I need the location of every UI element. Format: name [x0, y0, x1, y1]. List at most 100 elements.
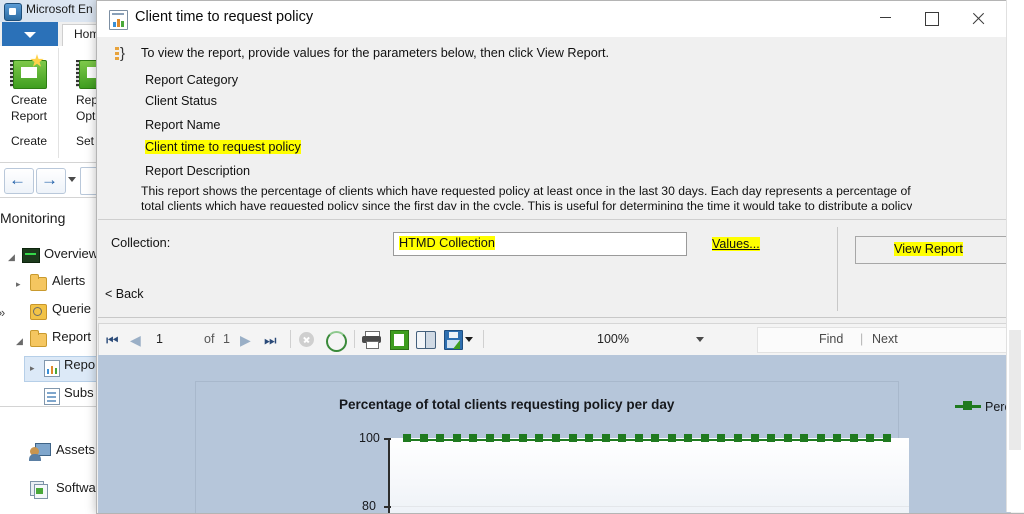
export-save-icon[interactable]: [444, 330, 463, 350]
chart-data-point: [403, 434, 411, 442]
report-chart-icon: [109, 10, 128, 30]
sidebar-divider: [0, 406, 106, 407]
chart-data-point: [453, 434, 461, 442]
sidebar-item-reporting-label: Report: [52, 329, 91, 344]
chart-data-point: [635, 434, 643, 442]
assets-and-compliance-icon: [30, 443, 49, 460]
create-report-icon: [10, 56, 48, 90]
collection-label: Collection:: [111, 236, 170, 250]
chevron-down-icon[interactable]: [68, 177, 76, 182]
y-axis-line: [388, 438, 390, 513]
toolbar-separator: [354, 330, 355, 348]
pane-expand-chevron-icon[interactable]: »: [0, 305, 5, 320]
y-tick-label-80: 80: [362, 499, 376, 513]
parameters-info-icon: }: [113, 46, 127, 64]
chart-data-point: [519, 434, 527, 442]
chart-data-point: [734, 434, 742, 442]
outer-scrollbar-thumb[interactable]: [1009, 330, 1021, 450]
chart-data-point: [486, 434, 494, 442]
total-pages-value: 1: [223, 332, 230, 346]
param-value-report-name: Client time to request policy: [145, 140, 301, 154]
next-page-icon[interactable]: ▶: [240, 332, 251, 349]
param-label-report-name: Report Name: [145, 118, 220, 132]
chevron-down-icon[interactable]: [465, 337, 473, 342]
create-report-label-2: Report: [0, 108, 58, 124]
minimize-button[interactable]: [862, 1, 908, 37]
chart-data-point: [767, 434, 775, 442]
chart-data-point: [751, 434, 759, 442]
report-options-label-2: Opt: [76, 108, 95, 124]
back-arrow-icon: ←: [9, 171, 26, 188]
chart-data-point: [552, 434, 560, 442]
last-page-icon[interactable]: ⏭: [264, 332, 277, 349]
ribbon-group-settings-footer: Set: [76, 134, 94, 148]
print-icon[interactable]: [362, 331, 381, 347]
chart-data-point: [800, 434, 808, 442]
chart-data-point: [618, 434, 626, 442]
report-options-label-1: Rep: [76, 92, 98, 108]
view-report-button-label: View Report: [894, 242, 963, 256]
ribbon-group-create[interactable]: Create Report Create: [0, 48, 59, 158]
chart-data-point: [701, 434, 709, 442]
twisty-icon[interactable]: ◢: [8, 252, 15, 263]
print-layout-icon[interactable]: [390, 330, 409, 350]
page-of-label: of: [204, 332, 214, 346]
sidebar-item-queries-label: Querie: [52, 301, 91, 316]
chart-data-point: [883, 434, 891, 442]
console-title: Microsoft En: [26, 2, 93, 16]
console-app-icon: [4, 3, 22, 21]
stop-icon[interactable]: [299, 332, 314, 347]
twisty-icon[interactable]: ▸: [30, 363, 35, 374]
values-link[interactable]: Values...: [712, 237, 760, 251]
param-label-report-category: Report Category: [145, 73, 238, 87]
refresh-icon[interactable]: [326, 331, 347, 352]
first-page-icon[interactable]: ⏮: [106, 332, 119, 349]
queries-icon: [30, 304, 47, 320]
collection-input-value[interactable]: HTMD Collection: [399, 236, 495, 250]
dialog-intro-text: To view the report, provide values for t…: [141, 46, 609, 60]
previous-page-icon[interactable]: ◀: [130, 332, 141, 349]
toolbar-separator: [290, 330, 291, 348]
workspace-title: Monitoring: [0, 210, 65, 226]
twisty-icon[interactable]: ▸: [16, 279, 21, 290]
vertical-divider: [837, 227, 838, 311]
collection-divider: [98, 317, 1024, 318]
twisty-icon[interactable]: ◢: [16, 336, 23, 347]
chart-data-point: [717, 434, 725, 442]
report-description-line2: total clients which have requested polic…: [141, 199, 912, 210]
chart-data-point: [817, 434, 825, 442]
gridline-80: [391, 506, 909, 507]
chart-data-point: [668, 434, 676, 442]
chevron-down-icon: [24, 32, 36, 38]
software-library-icon: [30, 481, 49, 498]
chart-plot-area: [389, 438, 909, 513]
folder-icon: [30, 277, 47, 291]
chart-data-point: [420, 434, 428, 442]
y-tick-100: [384, 438, 391, 440]
subscription-icon: [44, 388, 60, 405]
ribbon-group-create-footer: Create: [0, 134, 58, 148]
chart-data-point: [651, 434, 659, 442]
back-link[interactable]: < Back: [105, 287, 144, 301]
find-button[interactable]: Find: [819, 332, 843, 346]
chart-data-point: [602, 434, 610, 442]
chart-data-point: [684, 434, 692, 442]
report-icon: [44, 360, 60, 377]
param-label-client-status: Client Status: [145, 94, 217, 108]
folder-icon: [30, 333, 47, 347]
create-report-label-1: Create: [0, 92, 58, 108]
chart-data-point: [833, 434, 841, 442]
y-tick-label-100: 100: [359, 431, 380, 445]
page-setup-icon[interactable]: [416, 331, 436, 347]
chart-data-point: [569, 434, 577, 442]
sidebar-item-alerts-label: Alerts: [52, 273, 85, 288]
forward-arrow-icon: →: [41, 171, 58, 188]
chart-data-point: [784, 434, 792, 442]
zoom-value: 100%: [597, 332, 629, 346]
find-separator: |: [860, 332, 863, 346]
current-page-value[interactable]: 1: [156, 332, 163, 346]
chart-data-point: [585, 434, 593, 442]
chart-data-point: [535, 434, 543, 442]
find-next-button[interactable]: Next: [872, 332, 898, 346]
chevron-down-icon[interactable]: [696, 337, 704, 342]
